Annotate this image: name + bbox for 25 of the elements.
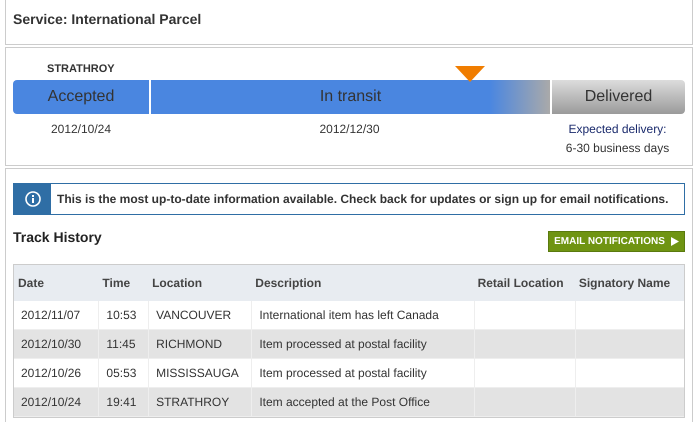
column-header: Signatory Name [578, 275, 670, 292]
column-header: Time [102, 275, 130, 292]
delivery-note: Expected delivery: [568, 121, 667, 138]
progress-stage: In transit [149, 80, 550, 114]
table-cell: Item accepted at the Post Office [251, 388, 474, 417]
info-message: This is the most up-to-date information available. Check back for updates or sign up for email notifications. [57, 191, 668, 208]
stage-date: 2012/12/30 [319, 121, 380, 138]
column-header: Location [152, 275, 202, 292]
play-arrow-icon [670, 237, 679, 246]
table-cell: 2012/10/24 [14, 388, 98, 417]
origin-label: STRATHROY [47, 63, 115, 75]
table-cell: STRATHROY [148, 388, 252, 417]
delivery-note: 6-30 business days [566, 140, 670, 157]
stage-date: 2012/10/24 [50, 121, 112, 138]
section-title: Track History [13, 228, 102, 247]
position-marker-icon [454, 66, 485, 82]
progress-stage: Accepted [13, 80, 149, 114]
column-header: Date [18, 275, 44, 292]
column-header: Description [255, 275, 322, 292]
progress-stage: Delivered [550, 80, 685, 114]
service-title: Service: International Parcel [13, 11, 202, 27]
info-icon [24, 191, 40, 207]
email-notifications-button[interactable]: EMAIL NOTIFICATIONS [548, 231, 685, 252]
column-header: Retail Location [478, 275, 564, 292]
table-cell: 19:41 [98, 388, 148, 417]
